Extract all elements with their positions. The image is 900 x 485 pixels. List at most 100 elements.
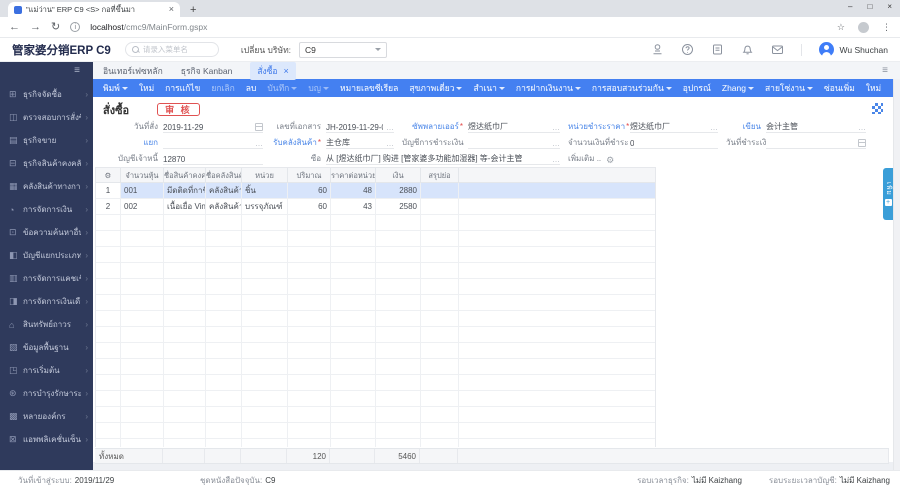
ellipsis-icon[interactable]: …	[552, 124, 560, 132]
calendar-icon[interactable]	[255, 123, 263, 131]
cell-inventory-name[interactable]: เนื้อเยื่อ Vinda	[164, 199, 206, 214]
sidebar-item-payroll[interactable]: ◨ การจัดการเงินเดือน ›	[0, 290, 93, 313]
sidebar-item-other-query[interactable]: ⊡ ข้อความค้นหาอื่น ๆ ›	[0, 221, 93, 244]
toolbar-item-copy[interactable]: สำเนา	[473, 81, 505, 95]
ellipsis-icon[interactable]: …	[552, 140, 560, 148]
qr-code-icon[interactable]	[872, 103, 883, 114]
toolbar-item-edit[interactable]: การแก้ไข	[165, 81, 200, 95]
url-field[interactable]: localhost/cmc9/MainForm.gspx	[90, 22, 207, 32]
toolbar-item-cancel[interactable]: ยกเลิก	[211, 81, 234, 95]
side-panel-tab[interactable]: เพิ่ม +	[883, 168, 893, 220]
writer-label[interactable]: เขียน	[726, 120, 766, 133]
tab-business-kanban[interactable]: ธุรกิจ Kanban	[181, 64, 233, 78]
doc-no-field[interactable]: JH-2019-11-29-00004…	[326, 120, 394, 133]
toolbar-item-refresh-new[interactable]: ใหม่	[866, 81, 881, 95]
sidebar-item-cashier[interactable]: ▥ การจัดการแคชเชียร์ ›	[0, 267, 93, 290]
toolbar-item-new[interactable]: ใหม่	[139, 81, 154, 95]
toolbar-item-zhang[interactable]: Zhang	[722, 83, 754, 93]
document-icon[interactable]	[711, 43, 724, 56]
sidebar-item-sales[interactable]: ▤ ธุรกิจขาย ›	[0, 129, 93, 152]
scrollbar[interactable]	[893, 62, 900, 470]
empty-table-rows[interactable]	[96, 215, 655, 447]
maximize-button[interactable]: □	[867, 2, 872, 11]
more-options[interactable]: เพิ่มเติม .. ⚙	[568, 152, 614, 165]
sidebar-item-purchase-audit[interactable]: ◫ ตรวจสอบการสั่งซื้อ ›	[0, 106, 93, 129]
sidebar-item-app-center[interactable]: ⊠ แอพพลิเคชั่นเซ็นเตอร์ ›	[0, 428, 93, 451]
toolbar-item-work-deposit[interactable]: การฝากเงินงาน	[516, 81, 581, 95]
cell-warehouse[interactable]: คลังสินค้าหลัก	[206, 183, 242, 198]
gear-icon[interactable]: ⚙	[606, 156, 614, 165]
col-unit-price[interactable]: ราคาต่อหน่วย	[331, 168, 376, 182]
user-menu[interactable]: Wu Shuchan	[819, 42, 888, 57]
browser-profile-avatar[interactable]	[858, 21, 869, 33]
remark-field[interactable]: 从 [煜达纸巾厂] 购进 [管家婆多功能加湿器] 等-会计主管…	[326, 152, 560, 165]
toolbar-item-post[interactable]: บญ	[308, 81, 329, 95]
payment-unit-label[interactable]: หน่วยชำระราคา	[568, 120, 630, 133]
payment-date-field[interactable]	[766, 136, 866, 149]
cell-quantity[interactable]: 60	[288, 183, 331, 198]
cell-summary[interactable]	[421, 199, 459, 214]
col-quantity[interactable]: ปริมาณ	[288, 168, 331, 182]
cell-stock-no[interactable]: 002	[121, 199, 164, 214]
menu-search-box[interactable]	[124, 42, 219, 57]
reload-icon[interactable]: ↻	[51, 21, 60, 33]
toolbar-item-print[interactable]: พิมพ์	[103, 81, 128, 95]
sidebar-item-purchase[interactable]: ⊞ ธุรกิจจัดซื้อ ›	[0, 83, 93, 106]
sidebar-item-system-maintenance[interactable]: ⊛ การบำรุงรักษาระบบ ›	[0, 382, 93, 405]
toolbar-item-serial-number[interactable]: หมายเลขซีเรียล	[340, 81, 398, 95]
calendar-icon[interactable]	[858, 139, 866, 147]
bookmark-star-icon[interactable]: ☆	[837, 22, 845, 33]
cell-unit-price[interactable]: 48	[331, 183, 376, 198]
site-info-icon[interactable]: i	[70, 22, 81, 32]
cell-stock-no[interactable]: 001	[121, 183, 164, 198]
ellipsis-icon[interactable]: …	[255, 140, 263, 148]
company-select[interactable]: C9	[299, 41, 388, 58]
forward-icon[interactable]: →	[30, 21, 41, 33]
sidebar-item-multi-org[interactable]: ▩ หลายองค์กร ›	[0, 405, 93, 428]
payment-account-field[interactable]: …	[468, 136, 560, 149]
bell-icon[interactable]	[741, 43, 754, 56]
toolbar-item-hide-more[interactable]: ซ่อนเพิ่ม	[824, 81, 855, 95]
minimize-button[interactable]: –	[848, 2, 852, 11]
cell-amount[interactable]: 2880	[376, 183, 421, 198]
toolbar-item-device[interactable]: อุปกรณ์	[683, 81, 711, 95]
toolbar-item-delete[interactable]: ลบ	[246, 81, 257, 95]
ellipsis-icon[interactable]: …	[552, 156, 560, 164]
tab-close-icon[interactable]: ×	[284, 66, 289, 75]
tab-list-menu-icon[interactable]: ≡	[882, 65, 888, 76]
branch-label[interactable]: แยก	[101, 136, 163, 149]
toolbar-item-save[interactable]: บันทึก	[267, 81, 298, 95]
receive-warehouse-field[interactable]: 主仓库…	[326, 136, 394, 149]
back-icon[interactable]: ←	[9, 21, 20, 33]
ellipsis-icon[interactable]: …	[710, 124, 718, 132]
tab-purchase-order[interactable]: สั่งซื้อ ×	[250, 61, 296, 80]
toolbar-item-workflow[interactable]: สายโซ่งาน	[765, 81, 813, 95]
sidebar-collapse-icon[interactable]: ≡	[74, 65, 80, 76]
branch-field[interactable]: …	[163, 136, 263, 149]
mail-icon[interactable]	[771, 43, 784, 56]
cell-quantity[interactable]: 60	[288, 199, 331, 214]
new-tab-button[interactable]: +	[190, 3, 196, 17]
sidebar-item-physical-warehouse[interactable]: ▦ คลังสินค้าทางกายภาพ ›	[0, 175, 93, 198]
ellipsis-icon[interactable]: …	[858, 124, 866, 132]
cell-unit[interactable]: บรรจุภัณฑ์	[242, 199, 288, 214]
col-amount[interactable]: เงิน	[376, 168, 421, 182]
payable-account-field[interactable]: 12870	[163, 152, 263, 165]
paid-amount-field[interactable]: 0	[630, 136, 718, 149]
payment-unit-field[interactable]: 煜达纸巾厂…	[630, 120, 718, 133]
cell-summary[interactable]	[421, 183, 459, 198]
ellipsis-icon[interactable]: …	[386, 124, 394, 132]
toolbar-item-joint-inquiry[interactable]: การสอบสวนร่วมกัน	[592, 81, 672, 95]
tab-close-icon[interactable]: ×	[169, 5, 174, 14]
sidebar-item-finance[interactable]: ◔ การจัดการเงิน ›	[0, 198, 93, 221]
cell-warehouse[interactable]: คลังสินค้าหลัก	[206, 199, 242, 214]
writer-field[interactable]: 会计主管…	[766, 120, 866, 133]
receive-warehouse-label[interactable]: รับคลังสินค้า	[271, 136, 326, 149]
tab-main-interface[interactable]: อินเทอร์เฟซหลัก	[103, 64, 163, 78]
plus-icon[interactable]: +	[884, 198, 892, 206]
grid-settings-icon[interactable]: ⚙	[96, 168, 121, 182]
sidebar-item-fixed-assets[interactable]: ⌂ สินทรัพย์ถาวร ›	[0, 313, 93, 336]
browser-menu-icon[interactable]: ⋮	[882, 22, 891, 33]
cell-inventory-name[interactable]: มีดติดที่กาชีนม..	[164, 183, 206, 198]
col-stock-no[interactable]: จำนวนหุ้น	[121, 168, 164, 182]
